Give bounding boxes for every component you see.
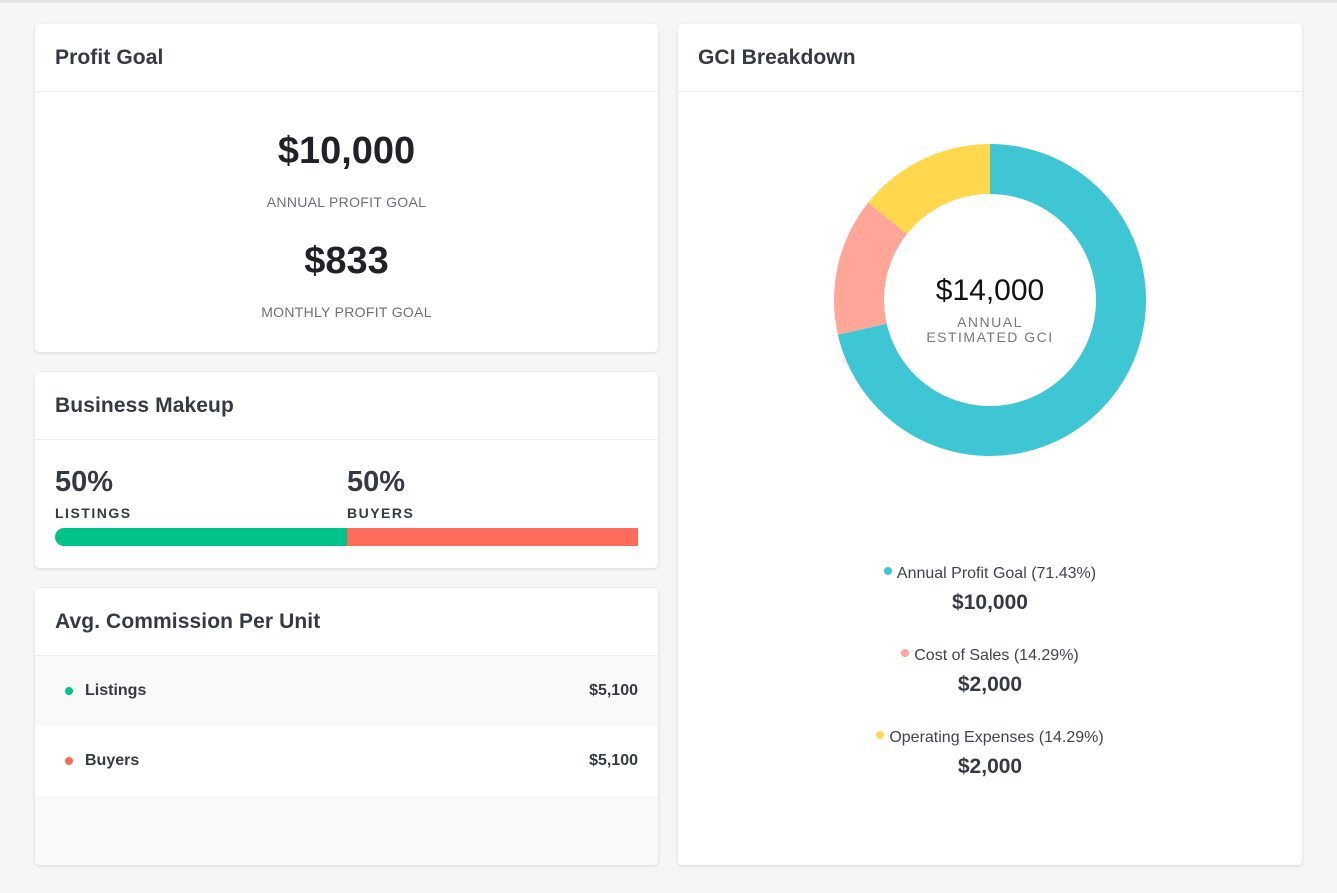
buyers-label: BUYERS bbox=[347, 505, 415, 521]
annual-profit-goal-label: ANNUAL PROFIT GOAL bbox=[266, 194, 427, 210]
business-makeup-title: Business Makeup bbox=[55, 393, 234, 417]
profit-goal-dot-icon bbox=[883, 567, 892, 575]
gci-breakdown-card: GCI Breakdown $14,000 ANNUAL ESTIMATED G… bbox=[678, 24, 1302, 865]
business-makeup-bar bbox=[55, 528, 638, 546]
commission-row-name: Listings bbox=[85, 682, 147, 699]
legend-item-profit-goal: Annual Profit Goal (71.43%) $10,000 bbox=[678, 565, 1302, 615]
listings-share: 50% LISTINGS bbox=[55, 466, 132, 521]
buyers-share: 50% BUYERS bbox=[347, 466, 414, 521]
buyers-bar-segment bbox=[346, 528, 638, 546]
legend-label-wrap: Operating Expenses (14.29%) bbox=[876, 729, 1104, 747]
legend-value: $2,000 bbox=[957, 755, 1023, 778]
gci-center-label: ANNUAL ESTIMATED GCI bbox=[890, 315, 1090, 345]
buyers-dot-icon bbox=[65, 757, 73, 765]
top-divider bbox=[0, 0, 1337, 3]
cost-of-sales-dot-icon bbox=[901, 649, 910, 657]
listings-bar-segment bbox=[55, 528, 347, 546]
commission-row-name: Buyers bbox=[85, 752, 140, 769]
legend-value: $2,000 bbox=[957, 673, 1023, 696]
gci-center-value: $14,000 bbox=[935, 274, 1045, 307]
commission-row-value: $5,100 bbox=[589, 682, 638, 699]
monthly-profit-goal-value: $833 bbox=[304, 240, 389, 282]
legend-label: Annual Profit Goal (71.43%) bbox=[896, 565, 1097, 582]
legend-item-cost-of-sales: Cost of Sales (14.29%) $2,000 bbox=[678, 647, 1302, 697]
commission-row-listings: Listings $5,100 bbox=[35, 656, 658, 726]
profit-goal-header: Profit Goal bbox=[35, 24, 658, 92]
commission-row-value: $5,100 bbox=[589, 752, 638, 769]
gci-breakdown-title: GCI Breakdown bbox=[698, 45, 856, 69]
business-makeup-card: Business Makeup 50% LISTINGS 50% BUYERS bbox=[35, 372, 658, 568]
avg-commission-title: Avg. Commission Per Unit bbox=[55, 609, 321, 633]
legend-label-wrap: Cost of Sales (14.29%) bbox=[901, 647, 1079, 665]
listings-percent: 50% bbox=[55, 466, 114, 498]
legend-label: Cost of Sales (14.29%) bbox=[914, 647, 1079, 664]
legend-item-operating-expenses: Operating Expenses (14.29%) $2,000 bbox=[678, 729, 1302, 779]
business-makeup-header: Business Makeup bbox=[35, 372, 658, 440]
listings-label: LISTINGS bbox=[55, 505, 132, 521]
annual-profit-goal-value: $10,000 bbox=[277, 130, 416, 172]
legend-label: Operating Expenses (14.29%) bbox=[889, 729, 1104, 746]
legend-label-wrap: Annual Profit Goal (71.43%) bbox=[883, 565, 1097, 583]
profit-goal-card: Profit Goal $10,000 ANNUAL PROFIT GOAL $… bbox=[35, 24, 658, 352]
profit-goal-title: Profit Goal bbox=[55, 45, 164, 69]
commission-row-buyers: Buyers $5,100 bbox=[35, 726, 658, 796]
avg-commission-card: Avg. Commission Per Unit Listings $5,100… bbox=[35, 588, 658, 865]
avg-commission-header: Avg. Commission Per Unit bbox=[35, 588, 658, 656]
legend-value: $10,000 bbox=[952, 591, 1028, 614]
buyers-percent: 50% bbox=[347, 466, 406, 498]
monthly-profit-goal-label: MONTHLY PROFIT GOAL bbox=[261, 304, 432, 320]
gci-breakdown-header: GCI Breakdown bbox=[678, 24, 1302, 92]
gci-center-label-line2: ESTIMATED GCI bbox=[926, 329, 1054, 345]
gci-center-label-line1: ANNUAL bbox=[957, 314, 1023, 330]
operating-expenses-dot-icon bbox=[876, 731, 885, 739]
listings-dot-icon bbox=[65, 687, 73, 695]
